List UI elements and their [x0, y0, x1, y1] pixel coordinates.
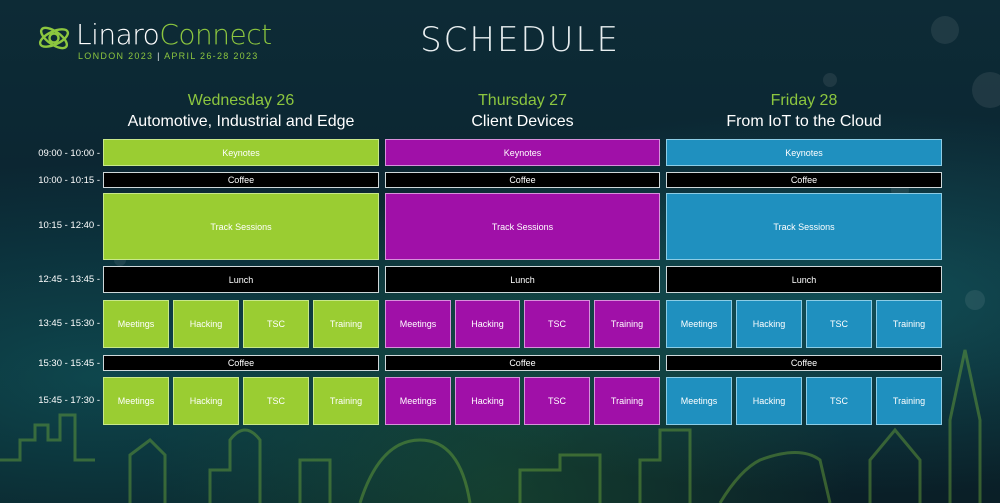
- logo-sub-separator: |: [153, 51, 165, 61]
- session-training[interactable]: Training: [313, 300, 379, 348]
- day-header-wednesday: Wednesday 26 Automotive, Industrial and …: [103, 91, 379, 132]
- session-tsc[interactable]: TSC: [806, 300, 872, 348]
- session-hacking[interactable]: Hacking: [736, 377, 802, 425]
- session-tsc[interactable]: TSC: [524, 377, 590, 425]
- atom-logo-icon: [38, 26, 70, 50]
- time-label: 10:15 - 12:40 -: [38, 220, 100, 231]
- session-coffee[interactable]: Coffee: [666, 172, 942, 188]
- day-header-thursday: Thursday 27 Client Devices: [385, 91, 660, 132]
- session-tsc[interactable]: TSC: [243, 377, 309, 425]
- session-coffee[interactable]: Coffee: [666, 355, 942, 371]
- session-meetings[interactable]: Meetings: [385, 300, 451, 348]
- session-tsc[interactable]: TSC: [524, 300, 590, 348]
- session-coffee[interactable]: Coffee: [103, 355, 379, 371]
- session-lunch[interactable]: Lunch: [103, 266, 379, 293]
- session-track-sessions[interactable]: Track Sessions: [385, 193, 660, 260]
- session-coffee[interactable]: Coffee: [385, 172, 660, 188]
- logo-word-linaro: Linaro: [76, 18, 160, 51]
- session-training[interactable]: Training: [313, 377, 379, 425]
- session-keynotes[interactable]: Keynotes: [103, 139, 379, 166]
- session-track-sessions[interactable]: Track Sessions: [666, 193, 942, 260]
- time-label: 13:45 - 15:30 -: [38, 318, 100, 329]
- session-meetings[interactable]: Meetings: [103, 377, 169, 425]
- session-meetings[interactable]: Meetings: [385, 377, 451, 425]
- session-meetings[interactable]: Meetings: [103, 300, 169, 348]
- session-tsc[interactable]: TSC: [243, 300, 309, 348]
- day-name: Friday 28: [770, 92, 838, 109]
- time-label: 10:00 - 10:15 -: [38, 175, 100, 186]
- linaro-connect-logo: LinaroConnect LONDON 2023 | APRIL 26-28 …: [36, 18, 272, 68]
- session-tsc[interactable]: TSC: [806, 377, 872, 425]
- session-track-sessions[interactable]: Track Sessions: [103, 193, 379, 260]
- logo-sub-dates: APRIL 26-28 2023: [164, 51, 259, 61]
- session-training[interactable]: Training: [876, 300, 942, 348]
- session-keynotes[interactable]: Keynotes: [666, 139, 942, 166]
- session-training[interactable]: Training: [594, 300, 660, 348]
- session-hacking[interactable]: Hacking: [173, 377, 239, 425]
- session-keynotes[interactable]: Keynotes: [385, 139, 660, 166]
- session-hacking[interactable]: Hacking: [455, 377, 520, 425]
- session-meetings[interactable]: Meetings: [666, 377, 732, 425]
- session-hacking[interactable]: Hacking: [173, 300, 239, 348]
- day-theme: Automotive, Industrial and Edge: [127, 113, 355, 130]
- logo-word-connect: Connect: [159, 18, 272, 51]
- session-lunch[interactable]: Lunch: [385, 266, 660, 293]
- session-coffee[interactable]: Coffee: [385, 355, 660, 371]
- logo-sub-city: LONDON 2023: [78, 51, 154, 61]
- page-title: SCHEDULE: [420, 20, 620, 60]
- day-header-friday: Friday 28 From IoT to the Cloud: [666, 91, 942, 132]
- time-label: 15:30 - 15:45 -: [38, 358, 100, 369]
- logo-subtitle: LONDON 2023 | APRIL 26-28 2023: [78, 51, 259, 61]
- time-label: 09:00 - 10:00 -: [38, 148, 100, 159]
- logo-wordmark: LinaroConnect: [76, 18, 272, 52]
- day-name: Thursday 27: [478, 92, 567, 109]
- day-theme: From IoT to the Cloud: [726, 113, 882, 130]
- session-hacking[interactable]: Hacking: [736, 300, 802, 348]
- time-label: 12:45 - 13:45 -: [38, 274, 100, 285]
- session-coffee[interactable]: Coffee: [103, 172, 379, 188]
- day-name: Wednesday 26: [187, 92, 295, 109]
- session-hacking[interactable]: Hacking: [455, 300, 520, 348]
- session-training[interactable]: Training: [594, 377, 660, 425]
- time-label: 15:45 - 17:30 -: [38, 395, 100, 406]
- session-training[interactable]: Training: [876, 377, 942, 425]
- session-meetings[interactable]: Meetings: [666, 300, 732, 348]
- day-theme: Client Devices: [471, 113, 574, 130]
- session-lunch[interactable]: Lunch: [666, 266, 942, 293]
